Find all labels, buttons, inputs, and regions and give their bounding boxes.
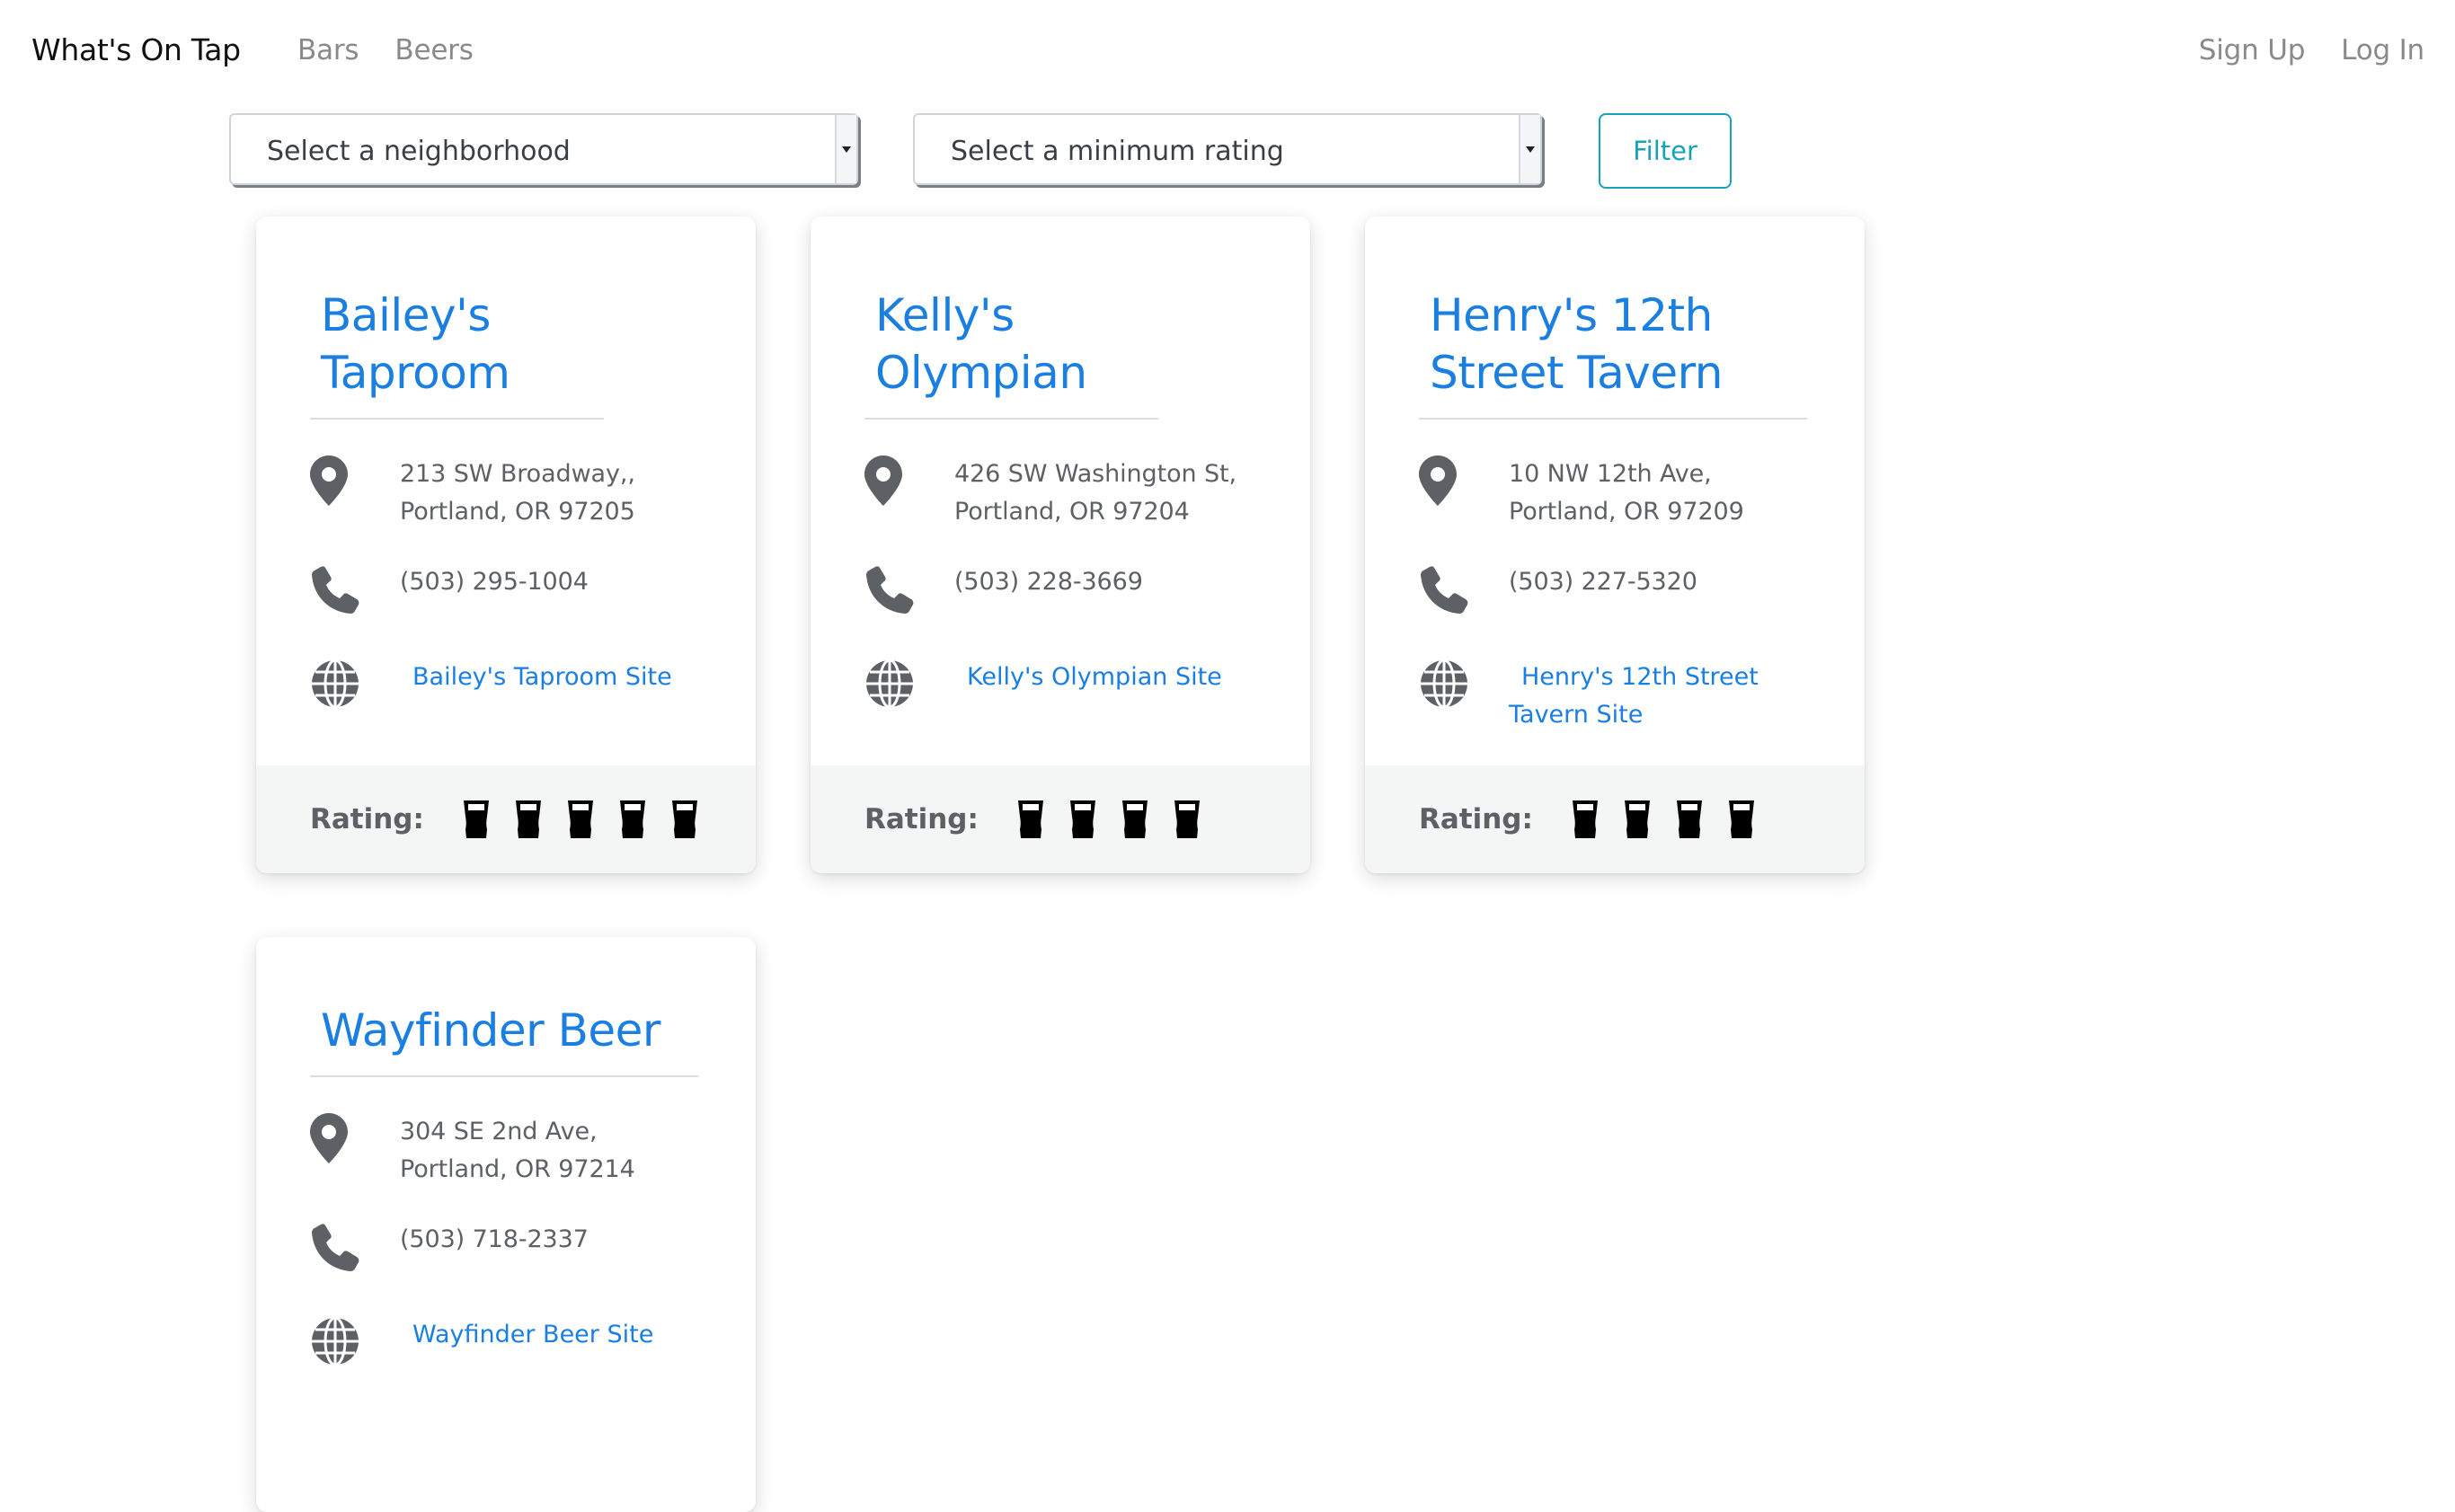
rating-select-value: Select a minimum rating (951, 136, 1284, 167)
pint-glass-icon (1017, 800, 1043, 838)
pint-glass-icon (619, 800, 645, 838)
address-row: 426 SW Washington St, Portland, OR 97204 (864, 455, 1256, 531)
website-row: Henry's 12th Street Tavern Site (1419, 648, 1811, 734)
neighborhood-select[interactable]: Select a neighborhood (229, 113, 858, 185)
phone-number: (503) 228-3669 (954, 568, 1143, 596)
bar-card: Henry's 12th Street Tavern 10 NW 12th Av… (1365, 217, 1865, 873)
rating-select[interactable]: Select a minimum rating (913, 113, 1542, 185)
address-text: 213 SW Broadway,, Portland, OR 97205 (400, 460, 635, 526)
bar-name[interactable]: Kelly's Olympian (864, 217, 1158, 420)
pint-glass-icon (567, 800, 593, 838)
rating-label: Rating: (864, 803, 979, 836)
log-in-link[interactable]: Log In (2341, 34, 2424, 66)
auth-links: Sign Up Log In (2199, 34, 2424, 66)
website-link[interactable]: Kelly's Olympian Site (967, 648, 1222, 696)
map-pin-icon (310, 1113, 364, 1163)
rating-label: Rating: (1419, 803, 1533, 836)
pint-glass-icon (1174, 800, 1200, 838)
pint-glass-icon (1069, 800, 1095, 838)
phone-number: (503) 295-1004 (400, 568, 589, 596)
bar-card: Bailey's Taproom 213 SW Broadway,, Portl… (256, 217, 756, 873)
address-row: 10 NW 12th Ave, Portland, OR 97209 (1419, 455, 1811, 531)
pint-glass-icon (463, 800, 489, 838)
navbar: What's On Tap Bars Beers Sign Up Log In (0, 0, 2455, 108)
card-footer: Rating: (811, 765, 1310, 873)
rating-label: Rating: (310, 803, 424, 836)
globe-icon (310, 648, 364, 709)
bar-name[interactable]: Bailey's Taproom (310, 217, 604, 420)
rating-pints (1016, 799, 1201, 840)
map-pin-icon (310, 455, 364, 506)
globe-icon (1419, 648, 1473, 709)
website-row: Wayfinder Beer Site (310, 1305, 702, 1366)
phone-icon (1419, 563, 1473, 615)
phone-row: (503) 718-2337 (310, 1221, 702, 1273)
caret-down-icon (842, 146, 851, 153)
rating-pints (1571, 799, 1756, 840)
address-text: 10 NW 12th Ave, Portland, OR 97209 (1509, 460, 1744, 526)
phone-icon (864, 563, 918, 615)
bar-name[interactable]: Wayfinder Beer (310, 937, 698, 1077)
bar-name[interactable]: Henry's 12th Street Tavern (1419, 217, 1807, 420)
address-text: 426 SW Washington St, Portland, OR 97204 (954, 460, 1236, 526)
pint-glass-icon (1676, 800, 1702, 838)
filter-button[interactable]: Filter (1599, 113, 1732, 189)
pint-glass-icon (1728, 800, 1754, 838)
brand-link[interactable]: What's On Tap (31, 32, 241, 67)
caret-down-icon (1526, 146, 1535, 153)
map-pin-icon (1419, 455, 1473, 506)
card-footer: Rating: (256, 765, 756, 873)
phone-row: (503) 228-3669 (864, 563, 1256, 615)
website-row: Kelly's Olympian Site (864, 648, 1256, 709)
globe-icon (310, 1305, 364, 1366)
phone-number: (503) 227-5320 (1509, 568, 1697, 596)
pint-glass-icon (1624, 800, 1650, 838)
neighborhood-select-value: Select a neighborhood (267, 136, 571, 167)
pint-glass-icon (515, 800, 541, 838)
bar-card: Kelly's Olympian 426 SW Washington St, P… (811, 217, 1310, 873)
card-footer: Rating: (1365, 765, 1865, 873)
bar-card: Wayfinder Beer 304 SE 2nd Ave, Portland,… (256, 937, 756, 1512)
pint-glass-icon (1121, 800, 1148, 838)
phone-icon (310, 563, 364, 615)
neighborhood-dropdown-arrow[interactable] (835, 115, 856, 183)
rating-dropdown-arrow[interactable] (1519, 115, 1540, 183)
phone-number: (503) 718-2337 (400, 1225, 589, 1253)
sign-up-link[interactable]: Sign Up (2199, 34, 2306, 66)
nav-link-beers[interactable]: Beers (394, 34, 474, 66)
map-pin-icon (864, 455, 918, 506)
phone-row: (503) 295-1004 (310, 563, 702, 615)
phone-row: (503) 227-5320 (1419, 563, 1811, 615)
website-link[interactable]: Henry's 12th Street Tavern Site (1509, 648, 1778, 734)
website-link[interactable]: Wayfinder Beer Site (412, 1305, 653, 1354)
rating-pints (462, 799, 699, 840)
website-link[interactable]: Bailey's Taproom Site (412, 648, 672, 696)
nav-links: Bars Beers (297, 34, 474, 66)
website-row: Bailey's Taproom Site (310, 648, 702, 709)
nav-link-bars[interactable]: Bars (297, 34, 359, 66)
globe-icon (864, 648, 918, 709)
pint-glass-icon (1572, 800, 1598, 838)
address-row: 213 SW Broadway,, Portland, OR 97205 (310, 455, 702, 531)
phone-icon (310, 1221, 364, 1273)
pint-glass-icon (671, 800, 697, 838)
address-row: 304 SE 2nd Ave, Portland, OR 97214 (310, 1113, 702, 1189)
address-text: 304 SE 2nd Ave, Portland, OR 97214 (400, 1118, 635, 1183)
